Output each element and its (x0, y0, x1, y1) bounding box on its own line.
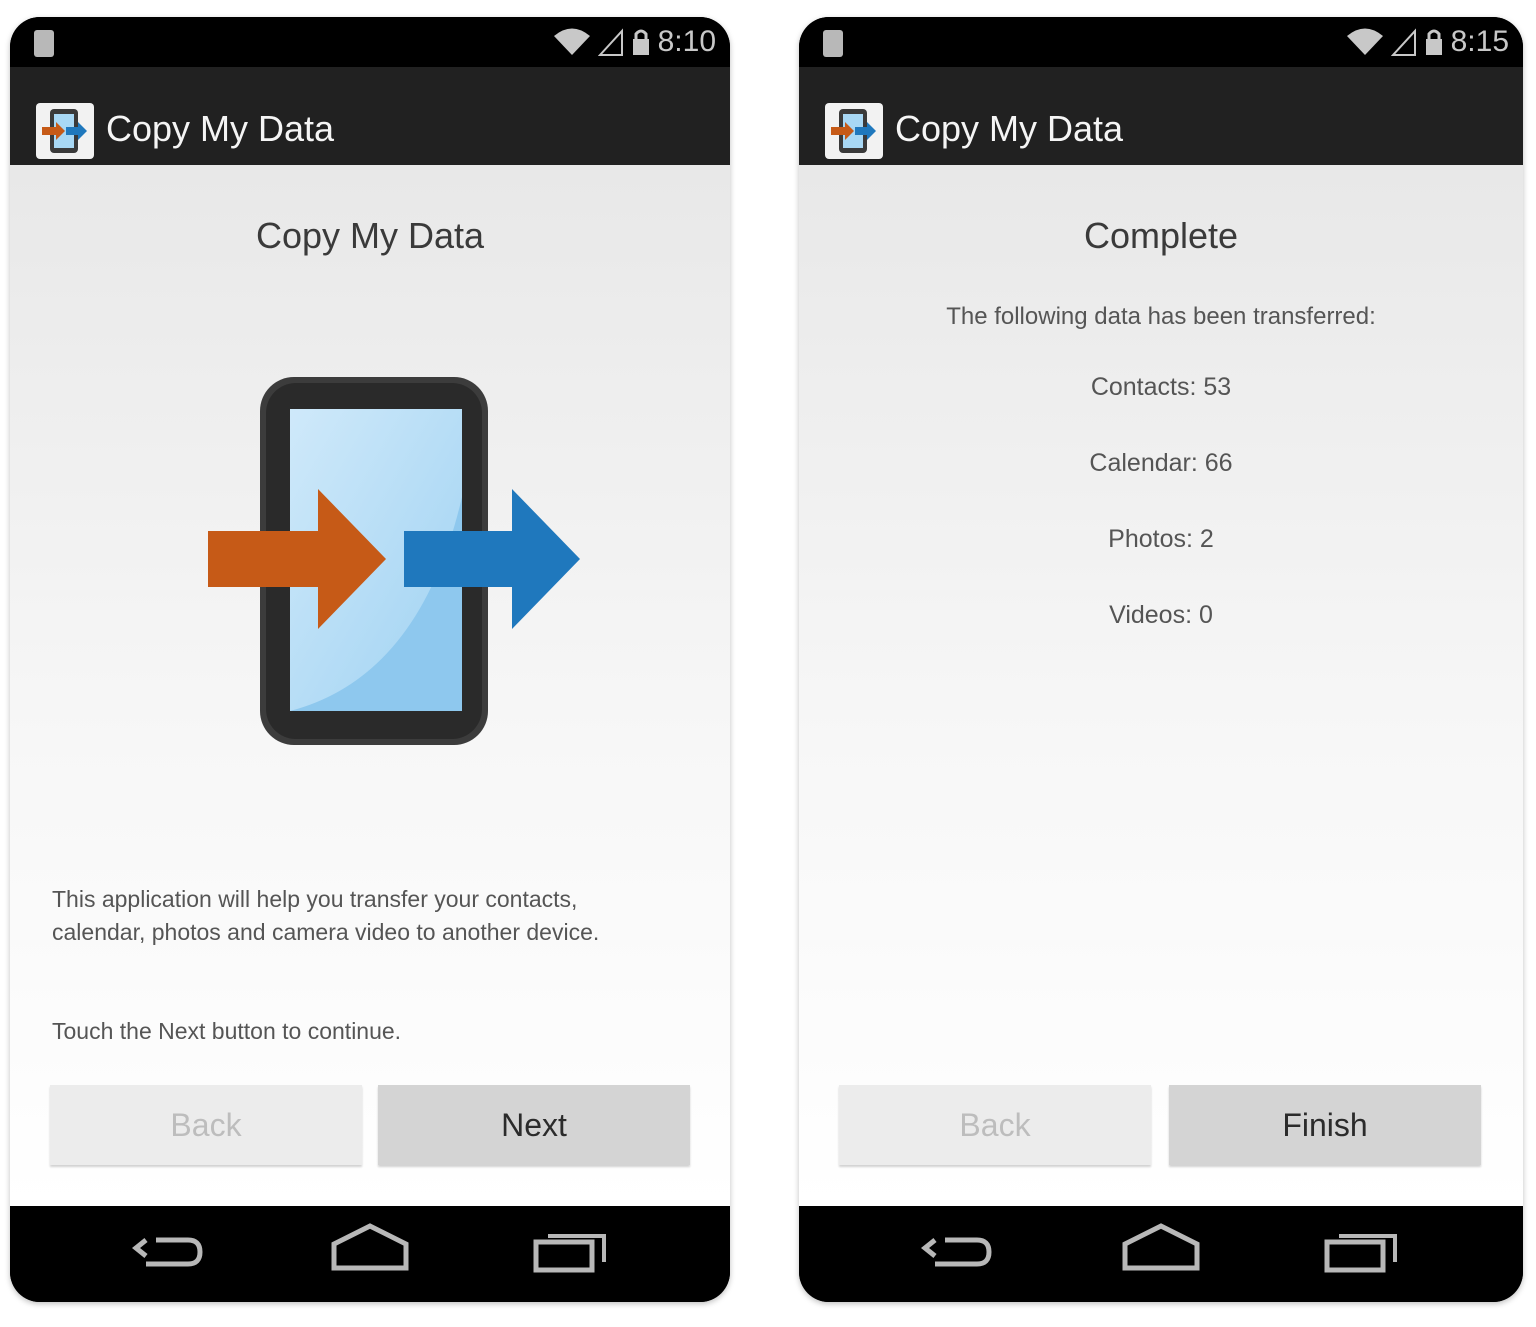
lock-icon (632, 29, 649, 55)
status-bar: 8:10 (10, 17, 730, 67)
status-time: 8:15 (1450, 25, 1509, 58)
phone-screen-intro: 8:10 Copy My Data Copy My Data This appl… (10, 17, 730, 1302)
summary-videos: Videos: 0 (1109, 601, 1213, 629)
wifi-icon (1346, 28, 1383, 55)
action-bar: Copy My Data (10, 67, 730, 179)
summary-intro: The following data has been transferred: (946, 303, 1376, 330)
content-area: Copy My Data This application will help … (10, 165, 730, 1207)
lock-icon (1425, 29, 1442, 55)
back-button[interactable]: Back (839, 1085, 1151, 1165)
recents-nav-icon[interactable] (532, 1222, 612, 1278)
next-button[interactable]: Next (378, 1085, 690, 1165)
app-icon (36, 103, 94, 159)
summary-photos: Photos: 2 (1108, 525, 1214, 553)
action-bar: Copy My Data (799, 67, 1523, 179)
signal-icon (1390, 28, 1416, 56)
battery-icon (823, 30, 843, 57)
summary-contacts: Contacts: 53 (1090, 373, 1232, 401)
copy-data-illustration (208, 377, 580, 745)
signal-icon (597, 28, 623, 56)
app-icon (825, 103, 883, 159)
wifi-icon (553, 28, 590, 55)
summary-calendar: Calendar: 66 (1089, 449, 1233, 477)
home-nav-icon[interactable] (330, 1222, 410, 1278)
finish-button[interactable]: Finish (1169, 1085, 1481, 1165)
intro-instruction: Touch the Next button to continue. (52, 1018, 402, 1044)
navigation-bar (799, 1206, 1523, 1302)
back-nav-icon[interactable] (130, 1222, 210, 1278)
back-button[interactable]: Back (50, 1085, 362, 1165)
content-area: Complete The following data has been tra… (799, 165, 1523, 1207)
recents-nav-icon[interactable] (1323, 1222, 1403, 1278)
app-title: Copy My Data (106, 108, 335, 149)
status-time: 8:10 (657, 25, 716, 58)
intro-description: This application will help you transfer … (52, 886, 600, 945)
back-nav-icon[interactable] (919, 1222, 999, 1278)
home-nav-icon[interactable] (1121, 1222, 1201, 1278)
phone-screen-complete: 8:15 Copy My Data Complete The following… (799, 17, 1523, 1302)
screen-heading: Copy My Data (255, 215, 485, 256)
screen-heading: Complete (1083, 215, 1239, 256)
app-title: Copy My Data (895, 108, 1124, 149)
status-bar: 8:15 (799, 17, 1523, 67)
battery-icon (34, 30, 54, 57)
navigation-bar (10, 1206, 730, 1302)
